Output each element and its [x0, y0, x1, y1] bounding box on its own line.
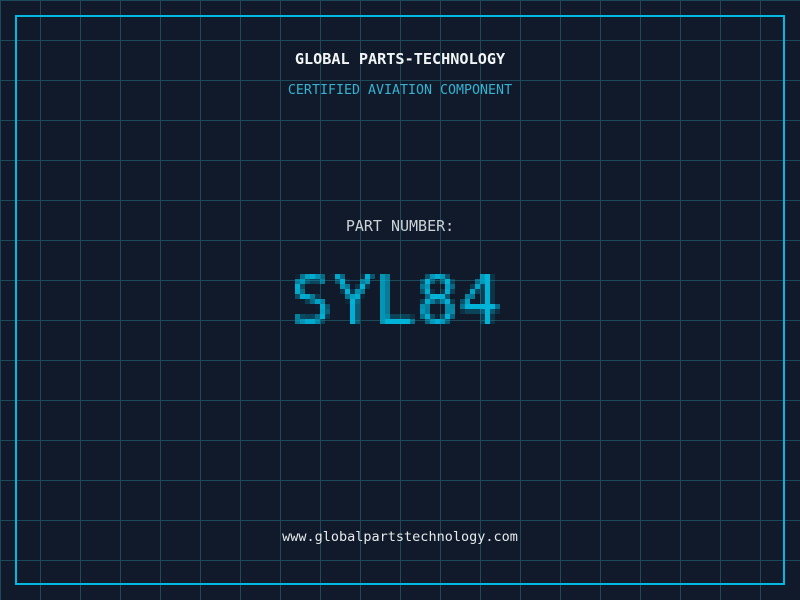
part-number-label: PART NUMBER: [345, 217, 455, 235]
part-number-text: SYL84 [0, 0, 1, 1]
website-url: www.globalpartstechnology.com [282, 529, 518, 545]
certificate-page: { "header": { "title": "GLOBAL PARTS-TEC… [0, 0, 800, 600]
company-title: GLOBAL PARTS-TECHNOLOGY [294, 50, 506, 68]
certificate-background: GLOBAL PARTS-TECHNOLOGY CERTIFIED AVIATI… [0, 0, 800, 600]
certification-subtitle: CERTIFIED AVIATION COMPONENT [287, 83, 513, 98]
part-number-display [290, 264, 510, 339]
